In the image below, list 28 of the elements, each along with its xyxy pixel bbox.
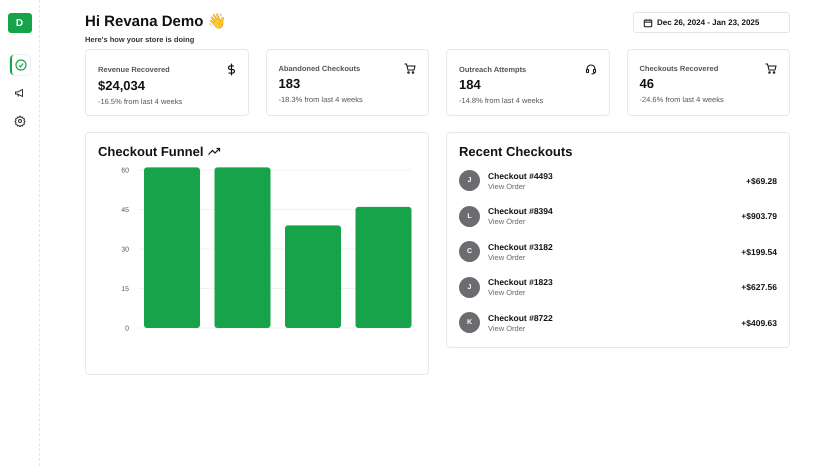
date-range-picker[interactable]: Dec 26, 2024 - Jan 23, 2025 — [633, 12, 790, 33]
greeting: Hi Revana Demo 👋 — [85, 12, 227, 30]
gauge-icon — [14, 59, 26, 71]
checkout-amount: +$409.63 — [741, 318, 777, 328]
checkout-amount: +$69.28 — [746, 176, 777, 186]
checkout-title: Checkout #8722 — [488, 312, 553, 323]
calendar-icon — [643, 18, 653, 28]
settings-icon — [14, 115, 26, 127]
stat-value: $24,034 — [98, 78, 146, 93]
checkout-title: Checkout #3182 — [488, 242, 553, 252]
stat-value: 46 — [640, 76, 655, 91]
trend-up-icon — [208, 147, 222, 156]
stat-value: 184 — [459, 77, 482, 92]
checkout-amount: +$199.54 — [741, 246, 777, 257]
headset-icon — [584, 63, 596, 75]
checkout-title: Checkout #4493 — [488, 170, 553, 181]
card-title: Recent Checkouts — [459, 144, 574, 159]
checkout-title: Checkout #1823 — [488, 277, 553, 288]
card-title: Checkout Funnel — [98, 144, 204, 159]
dollar-icon — [226, 63, 236, 76]
logo-badge[interactable]: D — [8, 13, 32, 33]
checkout-title: Checkout #8394 — [488, 206, 553, 216]
checkout-amount: +$903.79 — [741, 211, 777, 222]
stat-value: 183 — [278, 76, 302, 91]
checkout-amount: +$627.56 — [741, 282, 777, 292]
cart-icon — [404, 63, 416, 74]
cart-icon — [765, 63, 777, 74]
megaphone-icon — [14, 87, 26, 99]
